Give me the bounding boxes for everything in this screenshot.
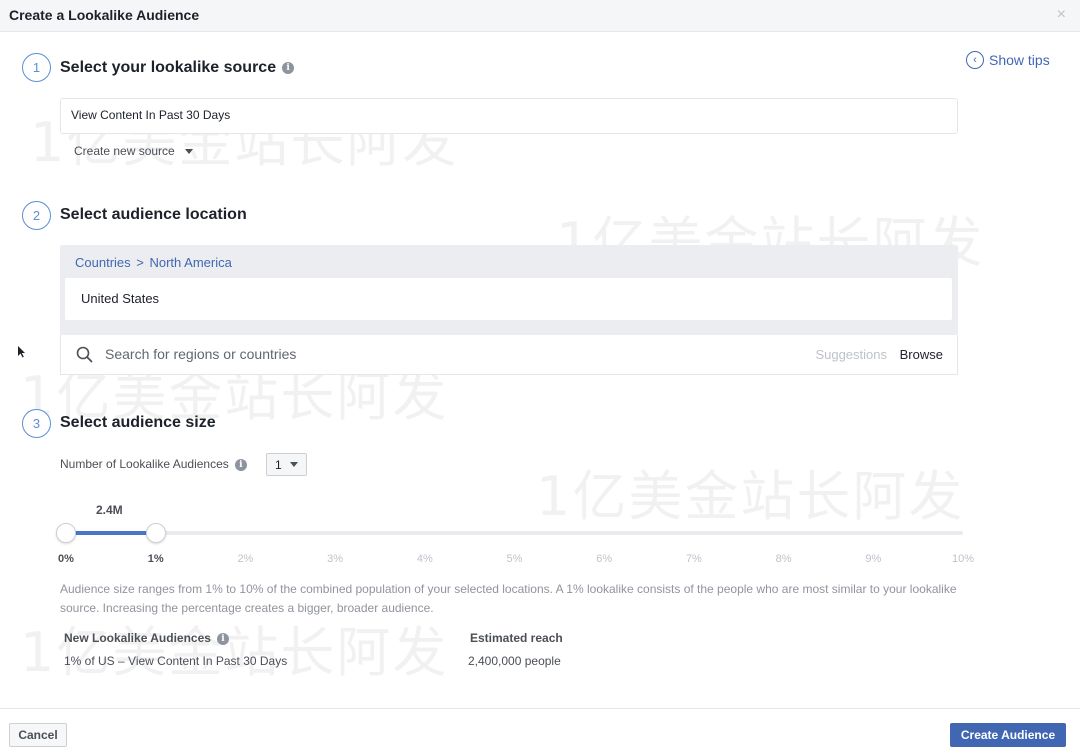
show-tips-link[interactable]: ‹ Show tips xyxy=(966,51,1050,69)
step-1-number: 1 xyxy=(22,53,51,82)
footer-divider xyxy=(0,708,1080,709)
slider-tick-label: 6% xyxy=(596,553,613,565)
selected-country-item[interactable]: United States xyxy=(65,278,952,320)
slider-tick-label: 8% xyxy=(775,553,792,565)
info-icon[interactable]: i xyxy=(216,632,229,645)
new-audience-value: 1% of US – View Content In Past 30 Days xyxy=(64,654,288,668)
slider-handle-min[interactable] xyxy=(56,523,76,543)
breadcrumb-north-america[interactable]: North America xyxy=(149,255,231,270)
slider-tick-label: 3% xyxy=(327,553,344,565)
watermark: 1亿美金站长阿发 xyxy=(20,621,449,684)
search-input[interactable]: Search for regions or countries xyxy=(105,346,296,362)
selected-locations-panel: Countries > North America United States xyxy=(60,245,958,335)
cancel-button[interactable]: Cancel xyxy=(9,723,67,747)
new-audiences-header: New Lookalike Audiences i xyxy=(64,631,229,645)
create-audience-button[interactable]: Create Audience xyxy=(950,723,1066,747)
chevron-left-circle-icon: ‹ xyxy=(966,51,984,69)
num-audiences-label-text: Number of Lookalike Audiences xyxy=(60,457,229,471)
search-icon xyxy=(76,346,93,363)
num-audiences-label: Number of Lookalike Audiences i xyxy=(60,457,247,471)
step-1-title-text: Select your lookalike source xyxy=(60,59,277,76)
audience-size-description: Audience size ranges from 1% to 10% of t… xyxy=(60,582,957,615)
new-audiences-header-text: New Lookalike Audiences xyxy=(64,631,211,645)
step-2-number: 2 xyxy=(22,201,51,230)
audience-size-slider-track[interactable] xyxy=(66,531,963,535)
create-new-source-dropdown[interactable]: Create new source xyxy=(74,144,193,158)
browse-link[interactable]: Browse xyxy=(900,347,943,362)
num-audiences-value: 1 xyxy=(275,457,282,472)
slider-tick-label: 0% xyxy=(58,553,74,565)
dialog-title: Create a Lookalike Audience xyxy=(9,7,200,23)
estimated-reach-header: Estimated reach xyxy=(470,631,563,645)
mouse-cursor-icon xyxy=(18,346,25,358)
slider-tick-label: 1% xyxy=(147,553,164,565)
show-tips-label: Show tips xyxy=(989,52,1050,68)
audience-size-slider-fill xyxy=(66,531,156,535)
create-new-source-label: Create new source xyxy=(74,144,175,158)
slider-tick-label: 4% xyxy=(416,553,433,565)
step-3-number: 3 xyxy=(22,409,51,438)
caret-down-icon xyxy=(289,462,298,467)
step-2-title: Select audience location xyxy=(60,206,247,223)
close-icon[interactable]: × xyxy=(1057,6,1066,24)
step-3-title: Select audience size xyxy=(60,414,216,431)
dialog-header: Create a Lookalike Audience × xyxy=(0,0,1080,32)
caret-down-icon xyxy=(184,148,193,154)
slider-tick-label: 9% xyxy=(865,553,882,565)
breadcrumb-countries[interactable]: Countries xyxy=(75,255,131,270)
slider-tick-label: 10% xyxy=(951,553,975,565)
info-icon[interactable]: i xyxy=(234,458,247,471)
info-icon[interactable]: i xyxy=(282,61,295,74)
slider-tick-label: 5% xyxy=(506,553,523,565)
estimated-reach-value: 2,400,000 people xyxy=(468,654,561,668)
slider-handle-max[interactable] xyxy=(145,523,166,543)
slider-tick-label: 7% xyxy=(685,553,702,565)
breadcrumb-separator: > xyxy=(136,255,144,270)
watermark: 1亿美金站长阿发 xyxy=(536,465,965,528)
estimated-size-label: 2.4M xyxy=(96,503,123,517)
num-audiences-select[interactable]: 1 xyxy=(266,453,307,476)
step-1-title: Select your lookalike source i xyxy=(60,59,295,77)
slider-tick-label: 2% xyxy=(237,553,254,565)
lookalike-source-field[interactable]: View Content In Past 30 Days xyxy=(60,98,958,134)
suggestions-link[interactable]: Suggestions xyxy=(815,347,887,362)
location-breadcrumb: Countries > North America xyxy=(75,255,232,270)
location-search-bar[interactable]: Search for regions or countries Suggesti… xyxy=(60,335,958,375)
